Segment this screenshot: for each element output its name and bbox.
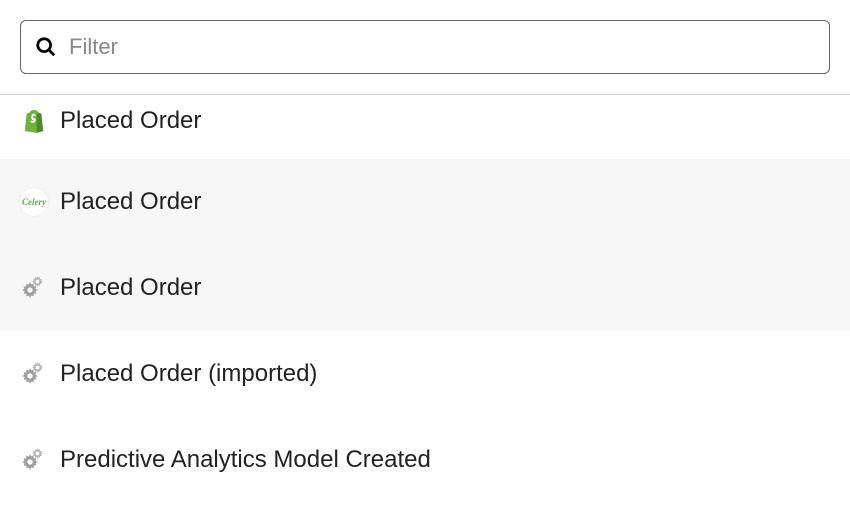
gear-icon [20, 360, 48, 388]
list-item[interactable]: Celery Placed Order [0, 159, 850, 245]
metric-picker: Placed Order Celery Placed Order Placed … [0, 0, 850, 503]
shopify-icon [20, 107, 48, 135]
filter-bar [0, 0, 850, 94]
item-label: Placed Order [60, 274, 201, 302]
item-label: Placed Order [60, 188, 201, 216]
filter-input-group[interactable] [20, 20, 830, 74]
list-item[interactable]: Placed Order (imported) [0, 331, 850, 417]
celery-icon: Celery [20, 188, 48, 216]
list-item[interactable]: Placed Order [0, 95, 850, 159]
item-label: Predictive Analytics Model Created [60, 446, 431, 474]
gear-icon [20, 274, 48, 302]
item-label: Placed Order [60, 107, 201, 135]
metric-list: Placed Order Celery Placed Order Placed … [0, 95, 850, 503]
item-label: Placed Order (imported) [60, 360, 317, 388]
list-item[interactable]: Placed Order [0, 245, 850, 331]
filter-input[interactable] [69, 34, 815, 60]
search-icon [35, 36, 57, 58]
gear-icon [20, 446, 48, 474]
list-item[interactable]: Predictive Analytics Model Created [0, 417, 850, 503]
